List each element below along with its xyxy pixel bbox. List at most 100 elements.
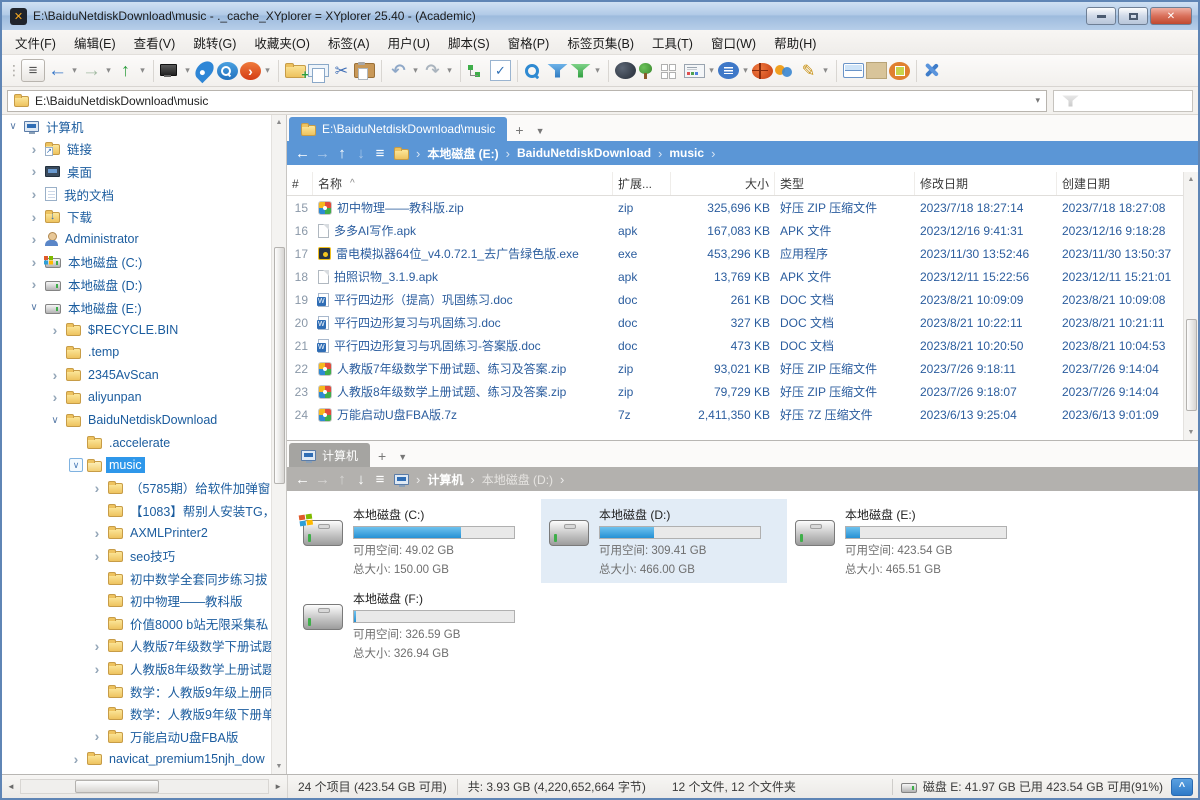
separator-icon[interactable] — [381, 60, 382, 82]
tree-item[interactable]: 价值8000 b站无限采集私 — [2, 612, 286, 635]
up-arrow-icon[interactable] — [335, 143, 349, 163]
menu-icon-icon[interactable] — [373, 143, 387, 163]
expander-icon[interactable] — [27, 231, 41, 247]
file-row[interactable]: 18 拍照识物_3.1.9.apk apk 13,769 KB APK 文件 2… — [287, 265, 1198, 288]
file-row[interactable]: 16 多多AI写作.apk apk 167,083 KB APK 文件 2023… — [287, 219, 1198, 242]
back-arrow-icon[interactable] — [295, 469, 310, 489]
col-created[interactable]: 创建日期 — [1057, 172, 1198, 195]
go-circle-icon[interactable] — [240, 62, 261, 80]
back-arrow-icon[interactable] — [47, 58, 68, 84]
tree-item[interactable]: 数学：人教版9年级上册同 — [2, 680, 286, 703]
col-index[interactable]: # — [287, 172, 313, 195]
expander-icon[interactable] — [90, 728, 104, 744]
menu-item[interactable]: 标签(A) — [319, 30, 379, 55]
expander-icon[interactable] — [48, 389, 62, 405]
split-horizontal-panes-icon[interactable] — [843, 63, 864, 78]
expander-icon[interactable] — [90, 480, 104, 496]
menu-item[interactable]: 查看(V) — [125, 30, 185, 55]
live-filter-box[interactable] — [1053, 90, 1193, 112]
filter-funnel-green-icon[interactable] — [570, 64, 591, 78]
col-size[interactable]: 大小 — [671, 172, 775, 195]
down-arrow-icon[interactable] — [354, 143, 368, 163]
scripts-badge-icon[interactable] — [718, 62, 739, 79]
tree-vertical-scrollbar[interactable]: ▲ ▼ — [271, 115, 286, 774]
tree-item[interactable]: 2345AvScan — [2, 364, 286, 387]
tab-list-button[interactable]: ▼ — [532, 126, 549, 141]
separator-icon[interactable] — [460, 60, 461, 82]
paint-brush-icon[interactable] — [798, 58, 819, 84]
tree-item[interactable]: 初中物理——教科版 — [2, 589, 286, 612]
undo-arrow-icon[interactable] — [388, 58, 409, 84]
dropdown-arrow-icon[interactable] — [411, 58, 420, 84]
menu-item[interactable]: 脚本(S) — [439, 30, 499, 55]
menu-item[interactable]: 标签页集(B) — [558, 30, 643, 55]
scroll-down-icon[interactable]: ▼ — [276, 759, 283, 774]
tree-item[interactable]: navicat_premium15njh_dow — [2, 748, 286, 771]
breadcrumb-folder[interactable]: BaiduNetdiskDownload — [517, 146, 651, 160]
expander-icon[interactable] — [27, 186, 41, 202]
menu-item[interactable]: 窗格(P) — [499, 30, 559, 55]
settings-tools-icon[interactable] — [923, 62, 944, 79]
expander-icon[interactable] — [90, 661, 104, 677]
menu-item[interactable]: 工具(T) — [643, 30, 702, 55]
dropdown-arrow-icon[interactable] — [104, 58, 113, 84]
tree-item[interactable]: 我的文档 — [2, 183, 286, 206]
tree-item[interactable]: 本地磁盘 (D:) — [2, 273, 286, 296]
menu-item[interactable]: 编辑(E) — [65, 30, 125, 55]
menu-button-icon[interactable] — [21, 59, 45, 82]
checkbox-mode-icon[interactable] — [490, 60, 511, 81]
tree-item[interactable]: 万能启动U盘FBA版 — [2, 725, 286, 748]
tree-item[interactable]: music — [2, 454, 286, 477]
up-arrow-icon[interactable] — [115, 58, 136, 84]
file-row[interactable]: 24 万能启动U盘FBA版.7z 7z 2,411,350 KB 好压 7Z 压… — [287, 403, 1198, 426]
forward-arrow-icon[interactable] — [315, 143, 330, 163]
tab-list-button[interactable]: ▼ — [394, 452, 411, 467]
col-modified[interactable]: 修改日期 — [915, 172, 1057, 195]
file-row[interactable]: 20 平行四边形复习与巩固练习.doc doc 327 KB DOC 文档 20… — [287, 311, 1198, 334]
mirror-circle-icon[interactable] — [889, 62, 910, 80]
scroll-thumb[interactable] — [274, 247, 285, 484]
file-row[interactable]: 22 人教版7年级数学下册试题、练习及答案.zip zip 93,021 KB … — [287, 357, 1198, 380]
breadcrumb-computer[interactable]: 计算机 — [427, 471, 463, 488]
drive-tile[interactable]: 本地磁盘 (E:) 可用空间: 423.54 GB 总大小: 465.51 GB — [787, 499, 1033, 583]
drive-tile[interactable]: 本地磁盘 (D:) 可用空间: 309.41 GB 总大小: 466.00 GB — [541, 499, 787, 583]
down-arrow-icon[interactable] — [354, 469, 368, 489]
tree-item[interactable]: 人教版7年级数学下册试题 — [2, 635, 286, 658]
tree-item[interactable]: AXMLPrinter2 — [2, 522, 286, 545]
expander-icon[interactable] — [90, 548, 104, 564]
tree-item[interactable]: 数学：人教版9年级下册单 — [2, 702, 286, 725]
forward-arrow-icon[interactable] — [81, 58, 102, 84]
cut-scissors-icon[interactable] — [331, 58, 352, 84]
list-vertical-scrollbar[interactable]: ▲ ▼ — [1183, 172, 1198, 440]
grip-handle-icon[interactable] — [7, 58, 19, 84]
tree-item[interactable]: .accelerate — [2, 431, 286, 454]
drive-tile[interactable]: 本地磁盘 (C:) 可用空间: 49.02 GB 总大小: 150.00 GB — [295, 499, 541, 583]
tree-item[interactable]: 人教版8年级数学上册试题 — [2, 657, 286, 680]
dropdown-arrow-icon[interactable] — [138, 58, 147, 84]
scroll-thumb[interactable] — [75, 780, 159, 793]
expander-icon[interactable] — [6, 121, 20, 132]
scroll-right-icon[interactable]: ► — [271, 782, 285, 791]
expander-icon[interactable] — [69, 751, 83, 767]
expander-icon[interactable] — [27, 163, 41, 179]
zoom-circle-icon[interactable] — [217, 62, 238, 80]
up-arrow-icon[interactable] — [335, 469, 349, 489]
menu-icon-icon[interactable] — [373, 469, 387, 489]
address-bar[interactable]: E:\BaiduNetdiskDownload\music ▾ — [7, 90, 1047, 112]
dropdown-arrow-icon[interactable] — [70, 58, 79, 84]
menu-item[interactable]: 用户(U) — [379, 30, 439, 55]
scroll-down-icon[interactable]: ▼ — [1188, 425, 1195, 440]
close-button[interactable]: ✕ — [1150, 7, 1192, 25]
tree-item[interactable]: 桌面 — [2, 160, 286, 183]
expander-icon[interactable] — [69, 458, 83, 472]
file-row[interactable]: 17 雷电模拟器64位_v4.0.72.1_去广告绿色版.exe exe 453… — [287, 242, 1198, 265]
expander-icon[interactable] — [27, 302, 41, 313]
file-row[interactable]: 23 人教版8年级数学上册试题、练习及答案.zip zip 79,729 KB … — [287, 380, 1198, 403]
breadcrumb-drive[interactable]: 本地磁盘 (E:) — [427, 145, 498, 162]
separator-icon[interactable] — [608, 60, 609, 82]
tree-item[interactable]: 计算机 — [2, 115, 286, 138]
new-folder-icon[interactable] — [285, 65, 306, 78]
table-view-icon[interactable] — [684, 64, 705, 78]
redo-arrow-icon[interactable] — [422, 58, 443, 84]
dropdown-arrow-icon[interactable] — [445, 58, 454, 84]
